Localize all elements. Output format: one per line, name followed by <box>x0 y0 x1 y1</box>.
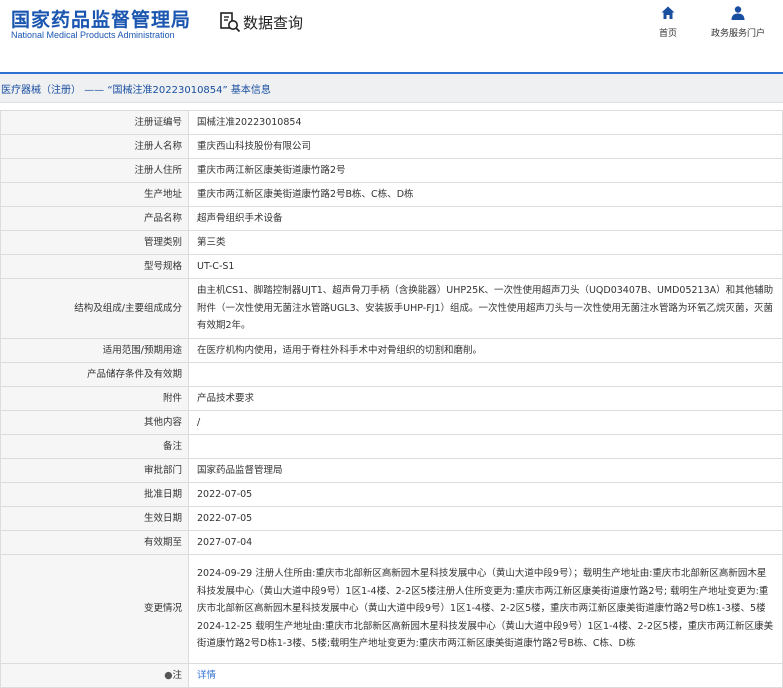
change-entry: 2024-12-25 载明生产地址由:重庆市北部新区高新园木星科技发展中心（黄山… <box>197 620 774 650</box>
table-row: 有效期至 2027-07-04 <box>0 530 783 555</box>
site-header: 国家药品监督管理局 National Medical Products Admi… <box>0 0 783 57</box>
intended-use-value: 在医疗机构内使用，适用于脊柱外科手术中对骨组织的切割和磨削。 <box>188 338 783 363</box>
nav-government-portal-label: 政务服务门户 <box>710 29 765 39</box>
change-entry: 2024-09-29 注册人住所由:重庆市北部新区高新园木星科技发展中心（黄山大… <box>197 568 769 615</box>
row-label: 型号规格 <box>0 254 189 279</box>
nav-home-label: 首页 <box>658 29 677 39</box>
registrant-address-value: 重庆市两江新区康美街道康竹路2号 <box>188 158 783 183</box>
effective-date-value: 2022-07-05 <box>188 506 783 531</box>
site-logo-en: National Medical Products Administration <box>11 30 175 40</box>
row-label: 适用范围/预期用途 <box>0 338 189 363</box>
table-row: 型号规格 UT-C-S1 <box>0 254 783 279</box>
row-label: 审批部门 <box>0 458 189 483</box>
expiry-date-value: 2027-07-04 <box>188 530 783 555</box>
details-link[interactable]: 详情 <box>197 670 216 681</box>
table-row: 产品储存条件及有效期 <box>0 362 783 387</box>
row-label: 变更情况 <box>0 554 189 664</box>
approval-date-value: 2022-07-05 <box>188 482 783 507</box>
row-label: 管理类别 <box>0 230 189 255</box>
table-row: 生效日期 2022-07-05 <box>0 506 783 531</box>
row-label: 生效日期 <box>0 506 189 531</box>
production-address-value: 重庆市两江新区康美街道康竹路2号B栋、C栋、D栋 <box>188 182 783 207</box>
table-row: 适用范围/预期用途 在医疗机构内使用，适用于脊柱外科手术中对骨组织的切割和磨削。 <box>0 338 783 363</box>
row-label: 备注 <box>0 434 189 459</box>
table-row: 结构及组成/主要组成成分 由主机CS1、脚踏控制器UJT1、超声骨刀手柄（含换能… <box>0 278 783 339</box>
row-label: 产品储存条件及有效期 <box>0 362 189 387</box>
row-label: 附件 <box>0 386 189 411</box>
management-category-value: 第三类 <box>188 230 783 255</box>
table-row: 审批部门 国家药品监督管理局 <box>0 458 783 483</box>
row-label: 其他内容 <box>0 410 189 435</box>
registration-info-table: 注册证编号 国械注准20223010854 注册人名称 重庆西山科技股份有限公司… <box>0 110 783 688</box>
nav-home[interactable]: 首页 <box>653 5 683 39</box>
breadcrumb: 医疗器械（注册） —— “国械注准20223010854” 基本信息 <box>1 84 271 96</box>
row-label: 结构及组成/主要组成成分 <box>0 278 189 339</box>
table-row: 注册人名称 重庆西山科技股份有限公司 <box>0 134 783 159</box>
approval-department-value: 国家药品监督管理局 <box>188 458 783 483</box>
row-label: 有效期至 <box>0 530 189 555</box>
table-row: 注册人住所 重庆市两江新区康美街道康竹路2号 <box>0 158 783 183</box>
data-query-link[interactable]: 数据查询 <box>219 10 303 34</box>
user-icon <box>731 6 745 20</box>
row-label: 注册人名称 <box>0 134 189 159</box>
document-search-icon <box>220 12 241 33</box>
table-row: 附件 产品技术要求 <box>0 386 783 411</box>
table-row: 变更情况 2024-09-29 注册人住所由:重庆市北部新区高新园木星科技发展中… <box>0 554 783 664</box>
data-query-label: 数据查询 <box>243 13 304 32</box>
site-logo-cn[interactable]: 国家药品监督管理局 <box>11 5 191 32</box>
table-row: 其他内容 / <box>0 410 783 435</box>
row-label: 批准日期 <box>0 482 189 507</box>
row-label: 生产地址 <box>0 182 189 207</box>
row-label: 产品名称 <box>0 206 189 231</box>
nav-government-portal[interactable]: 政务服务门户 <box>705 5 771 39</box>
table-row: 注册证编号 国械注准20223010854 <box>0 110 783 135</box>
table-row: 管理类别 第三类 <box>0 230 783 255</box>
table-row: 生产地址 重庆市两江新区康美街道康竹路2号B栋、C栋、D栋 <box>0 182 783 207</box>
row-label: 注册人住所 <box>0 158 189 183</box>
table-row: 产品名称 超声骨组织手术设备 <box>0 206 783 231</box>
structure-composition-value: 由主机CS1、脚踏控制器UJT1、超声骨刀手柄（含换能器）UHP25K、一次性使… <box>188 278 783 339</box>
change-history-value: 2024-09-29 注册人住所由:重庆市北部新区高新园木星科技发展中心（黄山大… <box>188 554 783 664</box>
note-label-text: 注 <box>172 669 182 681</box>
breadcrumb-bar: 医疗器械（注册） —— “国械注准20223010854” 基本信息 <box>0 72 783 103</box>
table-row: 备注 <box>0 434 783 459</box>
registration-number-value: 国械注准20223010854 <box>188 110 783 135</box>
attachment-value: 产品技术要求 <box>188 386 783 411</box>
product-name-value: 超声骨组织手术设备 <box>188 206 783 231</box>
storage-conditions-value <box>188 362 783 387</box>
row-label: 注册证编号 <box>0 110 189 135</box>
model-spec-value: UT-C-S1 <box>188 254 783 279</box>
home-icon <box>661 6 675 19</box>
other-content-value: / <box>188 410 783 435</box>
remarks-value <box>188 434 783 459</box>
registrant-name-value: 重庆西山科技股份有限公司 <box>188 134 783 159</box>
table-row: 批准日期 2022-07-05 <box>0 482 783 507</box>
